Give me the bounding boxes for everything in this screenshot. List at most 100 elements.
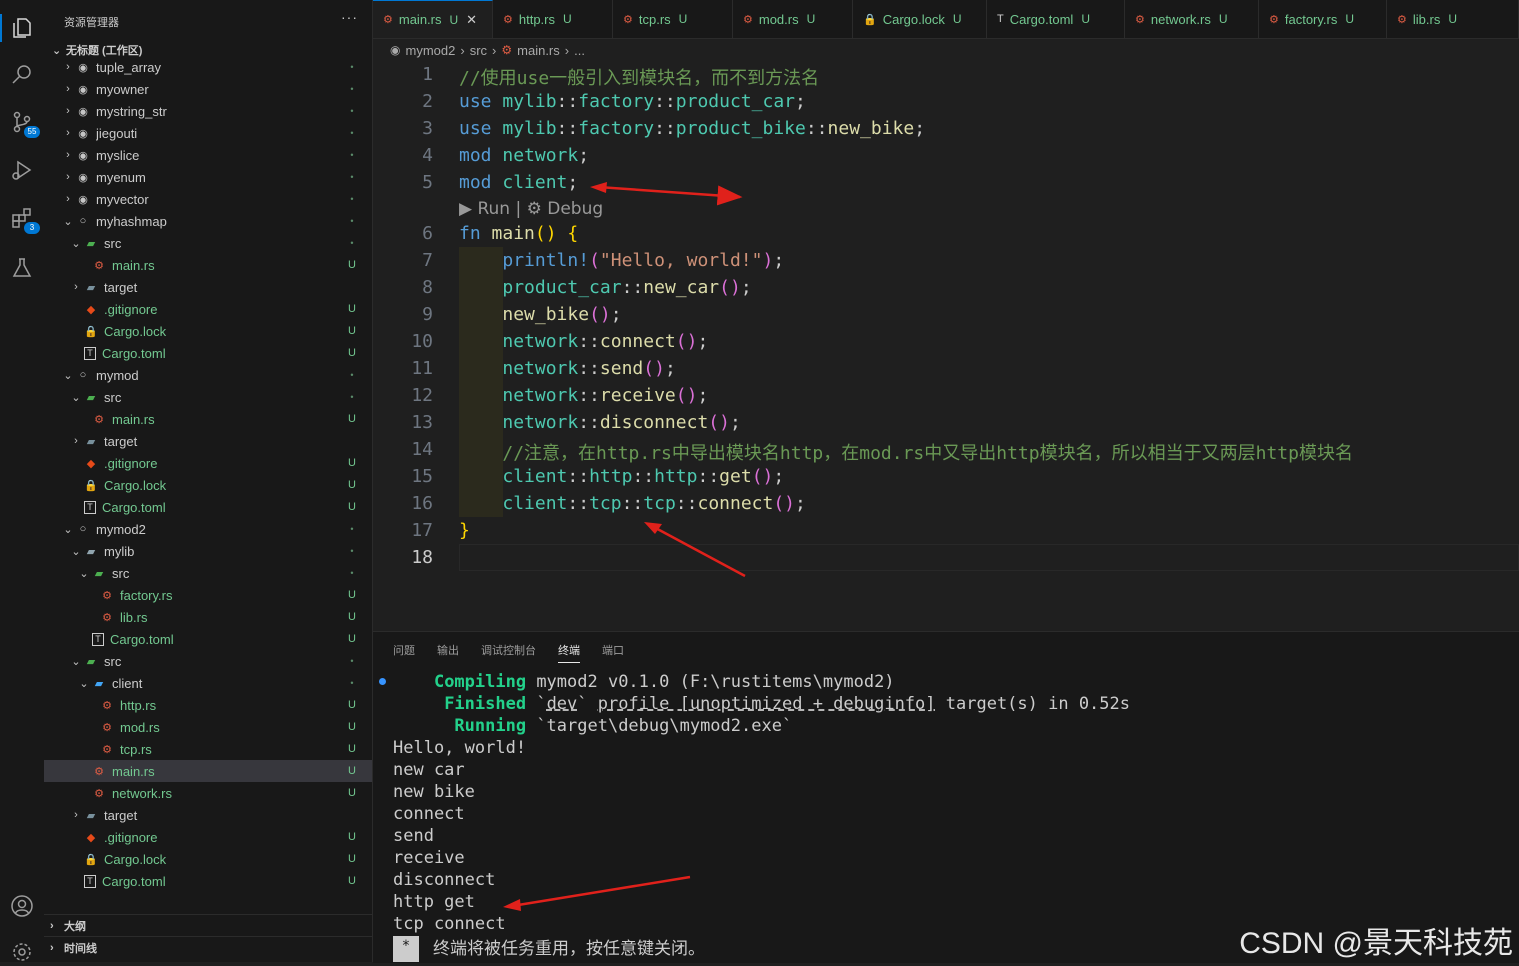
tree-item[interactable]: › ◉ myenum • <box>44 166 372 188</box>
tree-item[interactable]: ⚙ mod.rs U <box>44 716 372 738</box>
tree-item[interactable]: › ◉ tuple_array • <box>44 56 372 78</box>
tree-item[interactable]: › ▰ target <box>44 276 372 298</box>
tab-status: U <box>1345 12 1355 26</box>
tree-item[interactable]: ⌄ ▰ mylib • <box>44 540 372 562</box>
tree-item[interactable]: T Cargo.toml U <box>44 628 372 650</box>
panel-tab[interactable]: 问题 <box>393 642 415 663</box>
account-icon[interactable] <box>8 892 36 920</box>
code-line[interactable]: use mylib::factory::product_car; <box>459 91 806 112</box>
tree-item[interactable]: T Cargo.toml U <box>44 870 372 892</box>
code-line[interactable]: new_bike(); <box>459 304 621 325</box>
crate-icon: ◉ <box>78 149 88 162</box>
code-token: get <box>719 466 752 487</box>
tree-item[interactable]: ⌄ ▰ src • <box>44 232 372 254</box>
git-status: • <box>350 172 354 182</box>
code-line[interactable]: network::disconnect(); <box>459 412 740 433</box>
code-token: use <box>459 118 492 139</box>
more-actions-button[interactable]: ··· <box>341 9 358 25</box>
terminal-output-line: http get <box>393 892 475 912</box>
panel-tab[interactable]: 调试控制台 <box>481 642 536 663</box>
tree-item[interactable]: ⌄ ○ mymod2 • <box>44 518 372 540</box>
code-line[interactable]: client::http::http::get(); <box>459 466 784 487</box>
code-line[interactable]: network::connect(); <box>459 331 708 352</box>
code-line[interactable]: mod client; <box>459 172 578 193</box>
tree-item[interactable]: ⚙ tcp.rs U <box>44 738 372 760</box>
panel-tab[interactable]: 输出 <box>437 642 459 663</box>
tab-mod-rs[interactable]: ⚙ mod.rs U <box>733 0 853 38</box>
tab-tcp-rs[interactable]: ⚙ tcp.rs U <box>613 0 733 38</box>
tree-item[interactable]: › ▰ target <box>44 804 372 826</box>
tree-item[interactable]: › ◉ myowner • <box>44 78 372 100</box>
tree-item[interactable]: ⚙ main.rs U <box>44 254 372 276</box>
explorer-icon[interactable] <box>8 14 36 42</box>
panel-tab[interactable]: 端口 <box>602 642 624 663</box>
code-line[interactable]: client::tcp::tcp::connect(); <box>459 493 806 514</box>
tree-item[interactable]: ◆ .gitignore U <box>44 298 372 320</box>
tree-item[interactable]: 🔒 Cargo.lock U <box>44 474 372 496</box>
chevron-right-icon: › <box>50 920 54 932</box>
tab-Cargo-lock[interactable]: 🔒 Cargo.lock U <box>853 0 987 38</box>
codelens-run-debug[interactable]: ▶ Run | ⚙ Debug <box>459 199 603 219</box>
code-line[interactable]: fn main() { <box>459 223 578 244</box>
tree-item[interactable]: › ◉ jiegouti • <box>44 122 372 144</box>
tab-http-rs[interactable]: ⚙ http.rs U <box>493 0 613 38</box>
tree-item[interactable]: ⌄ ○ mymod • <box>44 364 372 386</box>
line-number: 17 <box>411 520 433 541</box>
code-line[interactable]: //使用use一般引入到模块名，而不到方法名 <box>459 64 819 90</box>
tree-item[interactable]: › ▰ target <box>44 430 372 452</box>
extensions-icon[interactable]: 3 <box>8 204 40 234</box>
tab-lib-rs[interactable]: ⚙ lib.rs U <box>1387 0 1519 38</box>
breadcrumb-item[interactable]: main.rs <box>517 43 560 58</box>
tree-item[interactable]: › ◉ mystring_str • <box>44 100 372 122</box>
panel-tab[interactable]: 终端 <box>558 642 580 663</box>
code-token: mod <box>459 145 492 166</box>
code-line[interactable]: network::send(); <box>459 358 675 379</box>
tree-item-label: tcp.rs <box>120 741 152 757</box>
tree-item[interactable]: ⚙ lib.rs U <box>44 606 372 628</box>
git-status: • <box>350 568 354 578</box>
tree-item[interactable]: 🔒 Cargo.lock U <box>44 320 372 342</box>
tree-item[interactable]: ◆ .gitignore U <box>44 826 372 848</box>
tree-item[interactable]: › ◉ myslice • <box>44 144 372 166</box>
close-icon[interactable]: ✕ <box>466 12 477 28</box>
tree-item[interactable]: ◆ .gitignore U <box>44 452 372 474</box>
code-line[interactable]: network::receive(); <box>459 385 708 406</box>
code-line[interactable]: product_car::new_car(); <box>459 277 751 298</box>
tree-item[interactable]: ⚙ factory.rs U <box>44 584 372 606</box>
tab-network-rs[interactable]: ⚙ network.rs U <box>1125 0 1259 38</box>
code-token: () <box>708 412 730 433</box>
tree-item[interactable]: ⚙ http.rs U <box>44 694 372 716</box>
tab-main-rs[interactable]: ⚙ main.rs U ✕ <box>373 0 493 38</box>
breadcrumb-item[interactable]: ... <box>574 43 585 58</box>
tree-item[interactable]: T Cargo.toml U <box>44 342 372 364</box>
tree-item[interactable]: ⌄ ○ myhashmap • <box>44 210 372 232</box>
code-line[interactable]: //注意，在http.rs中导出模块名http，在mod.rs中又导出http模… <box>459 439 1353 465</box>
code-line[interactable]: } <box>459 520 470 541</box>
run-debug-icon[interactable] <box>8 156 36 184</box>
code-line[interactable]: mod network; <box>459 145 589 166</box>
code-line[interactable]: use mylib::factory::product_bike::new_bi… <box>459 118 925 139</box>
outline-pane-header[interactable]: › 大纲 <box>44 914 372 937</box>
tree-item[interactable]: › ◉ myvector • <box>44 188 372 210</box>
tree-item[interactable]: T Cargo.toml U <box>44 496 372 518</box>
code-token: ; <box>697 331 709 352</box>
tree-item[interactable]: ⚙ main.rs U <box>44 408 372 430</box>
tree-item[interactable]: ⌄ ▰ client • <box>44 672 372 694</box>
code-line[interactable]: println!("Hello, world!"); <box>459 250 784 271</box>
tree-item[interactable]: ⚙ main.rs U <box>44 760 372 782</box>
breadcrumb-item[interactable]: mymod2 <box>405 43 455 58</box>
tab-factory-rs[interactable]: ⚙ factory.rs U <box>1259 0 1387 38</box>
breadcrumb-item[interactable]: src <box>470 43 487 58</box>
code-editor[interactable]: ▶ Run | ⚙ Debug 1 //使用use一般引入到模块名，而不到方法名 2… <box>373 60 1519 630</box>
tree-item[interactable]: ⌄ ▰ src • <box>44 650 372 672</box>
timeline-pane-header[interactable]: › 时间线 <box>44 936 372 959</box>
search-icon[interactable] <box>8 60 36 88</box>
tree-item[interactable]: ⌄ ▰ src • <box>44 386 372 408</box>
testing-icon[interactable] <box>8 254 36 282</box>
source-control-icon[interactable]: 55 <box>8 108 40 138</box>
tree-item[interactable]: ⚙ network.rs U <box>44 782 372 804</box>
tree-item[interactable]: ⌄ ▰ src • <box>44 562 372 584</box>
tree-item[interactable]: 🔒 Cargo.lock U <box>44 848 372 870</box>
tab-Cargo-toml[interactable]: T Cargo.toml U <box>987 0 1125 38</box>
